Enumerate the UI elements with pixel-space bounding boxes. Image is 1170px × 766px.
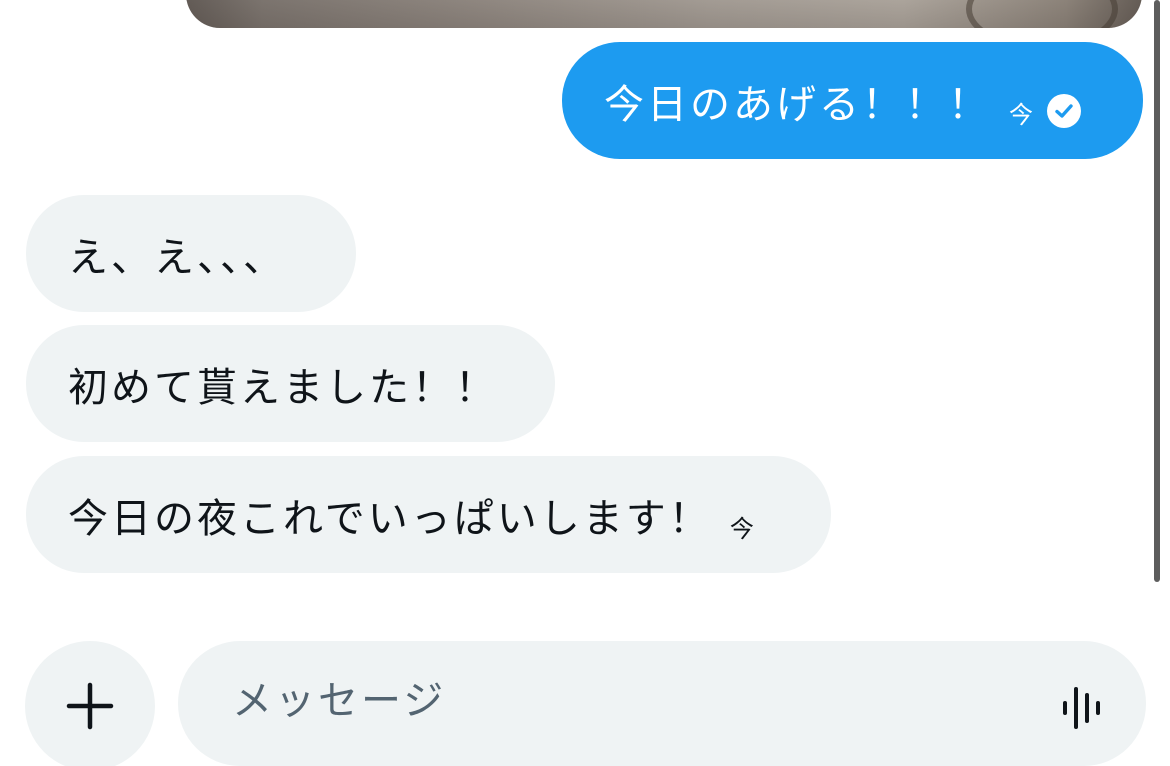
- add-attachment-button[interactable]: [25, 641, 155, 766]
- dm-conversation: 今日のあげる！！！ 今 え、え、、、 初めて貰えました！！ 今日の夜これでいっぱ…: [0, 0, 1170, 766]
- outgoing-message-bubble[interactable]: 今日のあげる！！！ 今: [562, 42, 1143, 159]
- message-time: 今: [729, 515, 754, 543]
- incoming-message-bubble[interactable]: 初めて貰えました！！: [26, 325, 555, 442]
- message-time: 今: [1009, 101, 1033, 129]
- voice-message-button[interactable]: [1056, 681, 1110, 735]
- voice-waveform-icon: [1063, 687, 1100, 729]
- message-text: 初めて貰えました！！: [68, 364, 498, 411]
- read-check-icon: [1047, 93, 1081, 128]
- plus-icon: [66, 682, 114, 730]
- message-input[interactable]: [230, 665, 1014, 737]
- message-text: え、え、、、: [68, 234, 286, 281]
- shared-photo-attachment[interactable]: [186, 0, 1142, 28]
- message-composer: [178, 641, 1146, 766]
- message-text: 今日のあげる！！！: [604, 81, 991, 128]
- scrollbar[interactable]: [1154, 0, 1160, 582]
- incoming-message-bubble[interactable]: え、え、、、: [26, 195, 356, 312]
- incoming-message-bubble[interactable]: 今日の夜これでいっぱいします！ 今: [26, 456, 831, 573]
- message-text: 今日の夜これでいっぱいします！: [68, 495, 712, 542]
